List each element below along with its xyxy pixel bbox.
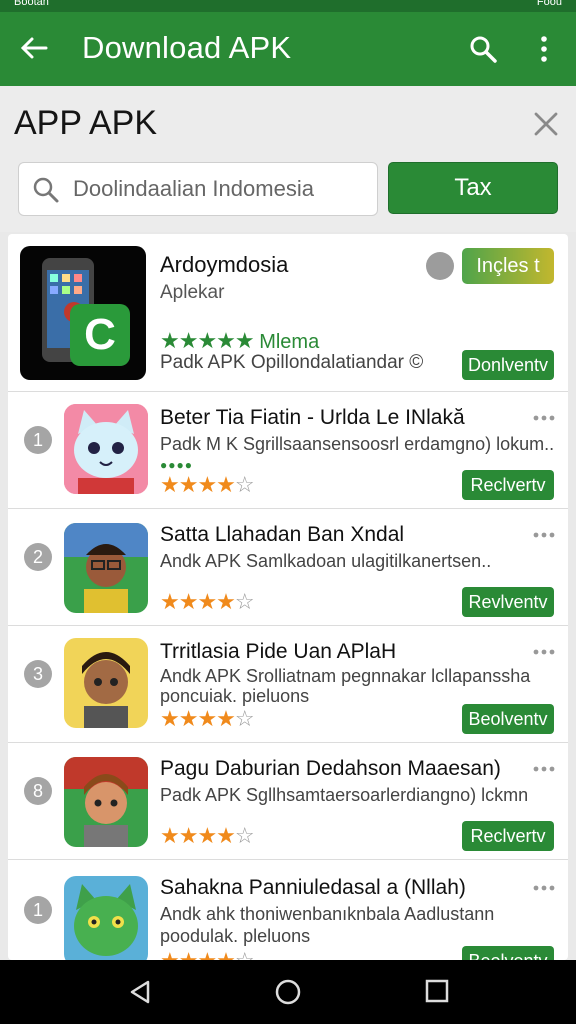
app-description: Padk M K Sgrillsaansensoosrl erdamgno) l… [160, 434, 555, 454]
more-horiz-icon[interactable] [532, 529, 556, 541]
app-name: Beter Tia Fiatin - Urlda Le INlakă [160, 406, 465, 429]
close-icon[interactable] [530, 108, 562, 140]
rating-label: Mlema [259, 331, 320, 353]
app-description: Andk ahk thoniwenbanıknbala Aadlustann [160, 904, 495, 924]
page-title: Download APK [82, 30, 292, 65]
app-icon[interactable] [64, 638, 148, 728]
recents-square-icon[interactable] [424, 978, 450, 1004]
status-bar: Bootan Foou [0, 0, 576, 12]
rank-badge: 3 [24, 660, 52, 688]
featured-app-rating: ★★★★★ Mlema [160, 328, 319, 354]
app-name: Pagu Daburian Dedahson Maaesan) [160, 757, 501, 780]
featured-app-description: Padk APK Opillondalatiandar © [160, 352, 424, 373]
svg-text:C: C [84, 310, 116, 359]
app-name: Trritlasia Pide Uan APlaH [160, 640, 397, 663]
rating-stars: ★★★★★ [160, 328, 255, 353]
rating-stars: ★★★★☆ [160, 706, 255, 731]
app-description: Andk APK Samlkadoan ulagitilkanertsen.. [160, 551, 492, 571]
app-icon[interactable] [64, 876, 148, 960]
app-icon[interactable] [64, 404, 148, 494]
featured-app-name: Ardoymdosia [160, 252, 289, 277]
app-description: Padk APK Sgllhsamtaersoarlerdiangno) lck… [160, 785, 529, 805]
featured-app-developer: Aplekar [160, 282, 225, 303]
rank-badge: 2 [24, 543, 52, 571]
user-icon [426, 252, 454, 280]
featured-app-card[interactable]: C Ardoymdosia Aplekar ★★★★★ Mlema Padk A… [8, 234, 568, 392]
rating-stars: ★★★★☆ [160, 472, 255, 497]
search-icon [33, 177, 59, 203]
search-icon[interactable] [468, 34, 498, 64]
app-action-button[interactable]: Beolventv [462, 946, 554, 960]
rating-stars: ★★★★☆ [160, 823, 255, 848]
more-horiz-icon[interactable] [532, 646, 556, 658]
more-horiz-icon[interactable] [532, 412, 556, 424]
app-bar: Download APK [0, 12, 576, 86]
rank-badge: 1 [24, 426, 52, 454]
app-name: Satta Llahadan Ban Xndal [160, 523, 405, 546]
app-description-line2: poncuiak. pieluons [160, 686, 310, 706]
app-description: Andk APK Srolliatnam pegnnakar lcllapans… [160, 666, 531, 686]
app-description-line2: poodulak. pleluons [160, 926, 311, 946]
home-circle-icon[interactable] [274, 978, 302, 1006]
section-title: APP APK [14, 104, 158, 142]
app-action-button[interactable]: Reclvertv [462, 470, 554, 500]
rank-badge: 1 [24, 896, 52, 924]
progress-dots: ●●●● [160, 458, 193, 472]
system-nav-bar [0, 960, 576, 1024]
list-item[interactable]: 1 Beter Tia Fiatin - Urlda Le INlakă Pad… [8, 392, 568, 509]
more-horiz-icon[interactable] [532, 882, 556, 894]
app-list: C Ardoymdosia Aplekar ★★★★★ Mlema Padk A… [8, 234, 568, 960]
search-box [18, 162, 378, 216]
list-item[interactable]: 2 Satta Llahadan Ban Xndal Andk APK Saml… [8, 509, 568, 626]
arrow-back-icon[interactable] [18, 32, 50, 64]
featured-app-icon[interactable]: C [20, 246, 146, 380]
app-icon[interactable] [64, 523, 148, 613]
app-icon[interactable] [64, 757, 148, 847]
more-vert-icon[interactable] [532, 34, 556, 64]
rating-stars: ★★★★☆ [160, 589, 255, 614]
list-item[interactable]: 3 Trritlasia Pide Uan APlaH Andk APK Sro… [8, 626, 568, 743]
more-horiz-icon[interactable] [532, 763, 556, 775]
app-action-button[interactable]: Beolventv [462, 704, 554, 734]
app-action-button[interactable]: Revlventv [462, 587, 554, 617]
search-input[interactable] [73, 169, 369, 209]
status-bar-right-text: Foou [536, 0, 562, 8]
search-submit-button[interactable]: Tax [388, 162, 558, 214]
status-bar-left-text: Bootan [14, 0, 49, 8]
list-item[interactable]: 8 Pagu Daburian Dedahson Maaesan) Padk A… [8, 743, 568, 860]
app-name: Sahakna Panniuledasal a (Nllah) [160, 876, 466, 899]
back-triangle-icon[interactable] [126, 978, 154, 1006]
rating-stars: ★★★★☆ [160, 948, 255, 960]
app-action-button[interactable]: Reclvertv [462, 821, 554, 851]
header-panel: APP APK Tax [0, 86, 576, 232]
install-button[interactable]: Inçles t [462, 248, 554, 284]
download-button[interactable]: Donlventv [462, 350, 554, 380]
list-item[interactable]: 1 Sahakna Panniuledasal a (Nllah) Andk a… [8, 860, 568, 960]
rank-badge: 8 [24, 777, 52, 805]
